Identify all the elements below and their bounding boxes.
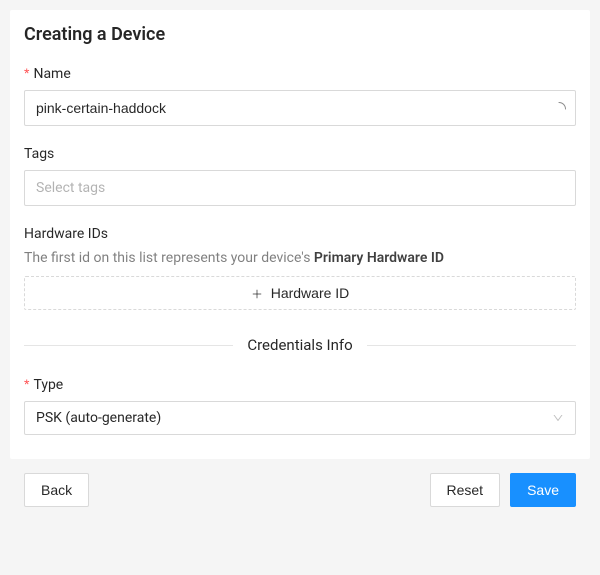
loading-icon [552, 101, 566, 115]
plus-icon [251, 287, 263, 299]
name-input[interactable] [24, 90, 576, 126]
hardware-ids-help-bold: Primary Hardware ID [314, 250, 444, 266]
footer-right: Reset Save [430, 473, 577, 507]
tags-input[interactable]: Select tags [24, 170, 576, 206]
add-hardware-id-button[interactable]: Hardware ID [24, 276, 576, 310]
name-label: Name [33, 66, 70, 82]
tags-label-row: Tags [24, 146, 576, 162]
hardware-ids-help-prefix: The first id on this list represents you… [24, 250, 314, 266]
add-hardware-id-label: Hardware ID [271, 285, 350, 301]
hardware-ids-label: Hardware IDs [24, 226, 108, 242]
tags-label: Tags [24, 146, 54, 162]
back-button[interactable]: Back [24, 473, 89, 507]
save-button[interactable]: Save [510, 473, 576, 507]
page-title: Creating a Device [24, 24, 576, 45]
footer: Back Reset Save [10, 459, 590, 507]
type-select[interactable]: PSK (auto-generate) [24, 401, 576, 435]
type-label-row: *Type [24, 376, 576, 393]
required-mark: * [24, 65, 29, 81]
chevron-down-icon [552, 412, 564, 424]
type-field: *Type PSK (auto-generate) [24, 376, 576, 435]
hardware-ids-label-row: Hardware IDs [24, 226, 576, 242]
type-label: Type [33, 377, 63, 393]
name-field: *Name [24, 65, 576, 126]
hardware-ids-help: The first id on this list represents you… [24, 250, 576, 266]
name-input-wrap [24, 90, 576, 126]
tags-field: Tags Select tags [24, 146, 576, 206]
form-card: Creating a Device *Name Tags Select tags [10, 10, 590, 459]
reset-button[interactable]: Reset [430, 473, 501, 507]
name-label-row: *Name [24, 65, 576, 82]
credentials-divider: Credentials Info [24, 336, 576, 354]
credentials-divider-text: Credentials Info [233, 336, 366, 354]
tags-placeholder: Select tags [36, 180, 105, 196]
required-mark: * [24, 376, 29, 392]
type-value: PSK (auto-generate) [36, 410, 161, 426]
hardware-ids-field: Hardware IDs The first id on this list r… [24, 226, 576, 310]
